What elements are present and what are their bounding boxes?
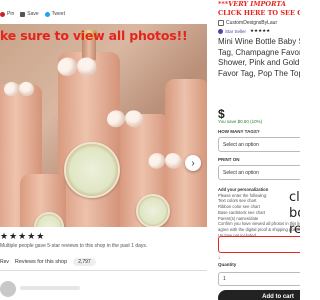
reviews-tabs: Rev Reviews for this shop 2,797 xyxy=(0,255,207,269)
overlay-note-line: cli xyxy=(289,190,300,205)
rating-stars: ★★★★★ xyxy=(250,28,271,33)
save-label: Save xyxy=(27,11,39,17)
title-line: Tag, Champagne Favor Ta xyxy=(218,47,300,57)
quantity-select[interactable]: 1 xyxy=(218,272,300,286)
promo-banner: ***VERY IMPORTA xyxy=(218,0,286,8)
reviews-count-badge: 2,797 xyxy=(73,258,96,266)
personalization-textarea[interactable] xyxy=(218,236,300,253)
personalization-instructions: Add your personalization Please enter th… xyxy=(218,187,300,238)
tab-reviews-for-shop[interactable]: Reviews for this shop xyxy=(15,259,67,265)
favor-tag-image xyxy=(64,142,120,198)
listing-details-panel: ***VERY IMPORTA CLICK HERE TO SEE OUR SI… xyxy=(214,0,300,300)
shop-name[interactable]: CustomDesignsByLaur xyxy=(226,20,277,26)
reviewer-avatar xyxy=(0,281,16,297)
print-on-select[interactable]: Select an option xyxy=(218,165,300,180)
ribbon-bow xyxy=(4,82,34,98)
shop-name-row[interactable]: CustomDesignsByLaur xyxy=(218,20,277,26)
title-line: Mini Wine Bottle Baby Sh xyxy=(218,37,300,46)
tags-quantity-label: HOW MANY TAGS? xyxy=(218,129,260,134)
promo-link[interactable]: CLICK HERE TO SEE OUR SI xyxy=(218,9,300,17)
shop-rating-stars: ★★★★★ xyxy=(0,231,46,241)
perso-line: agree with the digital proof & shipping … xyxy=(218,226,300,232)
rev-tab-item[interactable]: Rev xyxy=(0,259,9,265)
star-seller-badge-icon xyxy=(218,28,223,34)
divider xyxy=(0,270,207,271)
product-photo[interactable]: ke sure to view all photos!! › xyxy=(0,24,207,227)
star-seller-row: Star Seller ★★★★★ xyxy=(218,28,270,34)
save-share-button[interactable]: Save xyxy=(20,11,39,17)
title-line: Shower, Pink and Gold, Pe xyxy=(218,58,300,67)
tweet-share-button[interactable]: Tweet xyxy=(44,11,65,17)
shop-icon xyxy=(218,20,224,26)
product-title: Mini Wine Bottle Baby Sh Tag, Champagne … xyxy=(218,37,300,79)
ribbon-bow xyxy=(58,58,97,79)
tags-quantity-select[interactable]: Select an option xyxy=(218,137,300,152)
add-to-cart-button[interactable]: Add to cart xyxy=(218,290,300,300)
pin-share-button[interactable]: Pin xyxy=(0,11,14,17)
title-line: Favor Tag, Pop The Top a xyxy=(218,68,300,78)
overlay-note-line: re xyxy=(289,222,300,237)
photo-banner: ke sure to view all photos!! xyxy=(0,28,188,43)
review-placeholder-line xyxy=(20,286,80,290)
ribbon-bow xyxy=(149,153,182,171)
etsy-listing-page: Pin Save Tweet ke sure to view all photo… xyxy=(0,0,300,300)
overlay-note-line: bo xyxy=(289,206,300,221)
star-seller-label: Star Seller xyxy=(225,28,247,34)
ribbon-bow xyxy=(107,110,143,129)
pinterest-icon xyxy=(0,11,5,17)
tweet-label: Tweet xyxy=(51,11,65,17)
print-on-label: PRINT ON xyxy=(218,157,240,162)
personalization-char-count: 1 xyxy=(218,255,221,260)
chevron-right-icon: › xyxy=(191,157,195,169)
favor-tag-image xyxy=(136,194,170,227)
twitter-icon xyxy=(44,11,50,17)
next-photo-button[interactable]: › xyxy=(185,155,201,171)
recent-reviews-note: Multiple people gave 5-star reviews to t… xyxy=(0,243,148,249)
bookmark-icon xyxy=(20,11,26,17)
share-bar: Pin Save Tweet xyxy=(0,7,65,21)
savings-note: You save $0.50 (10%) xyxy=(218,119,263,124)
quantity-label: Quantity xyxy=(218,262,237,267)
pin-label: Pin xyxy=(7,11,15,17)
